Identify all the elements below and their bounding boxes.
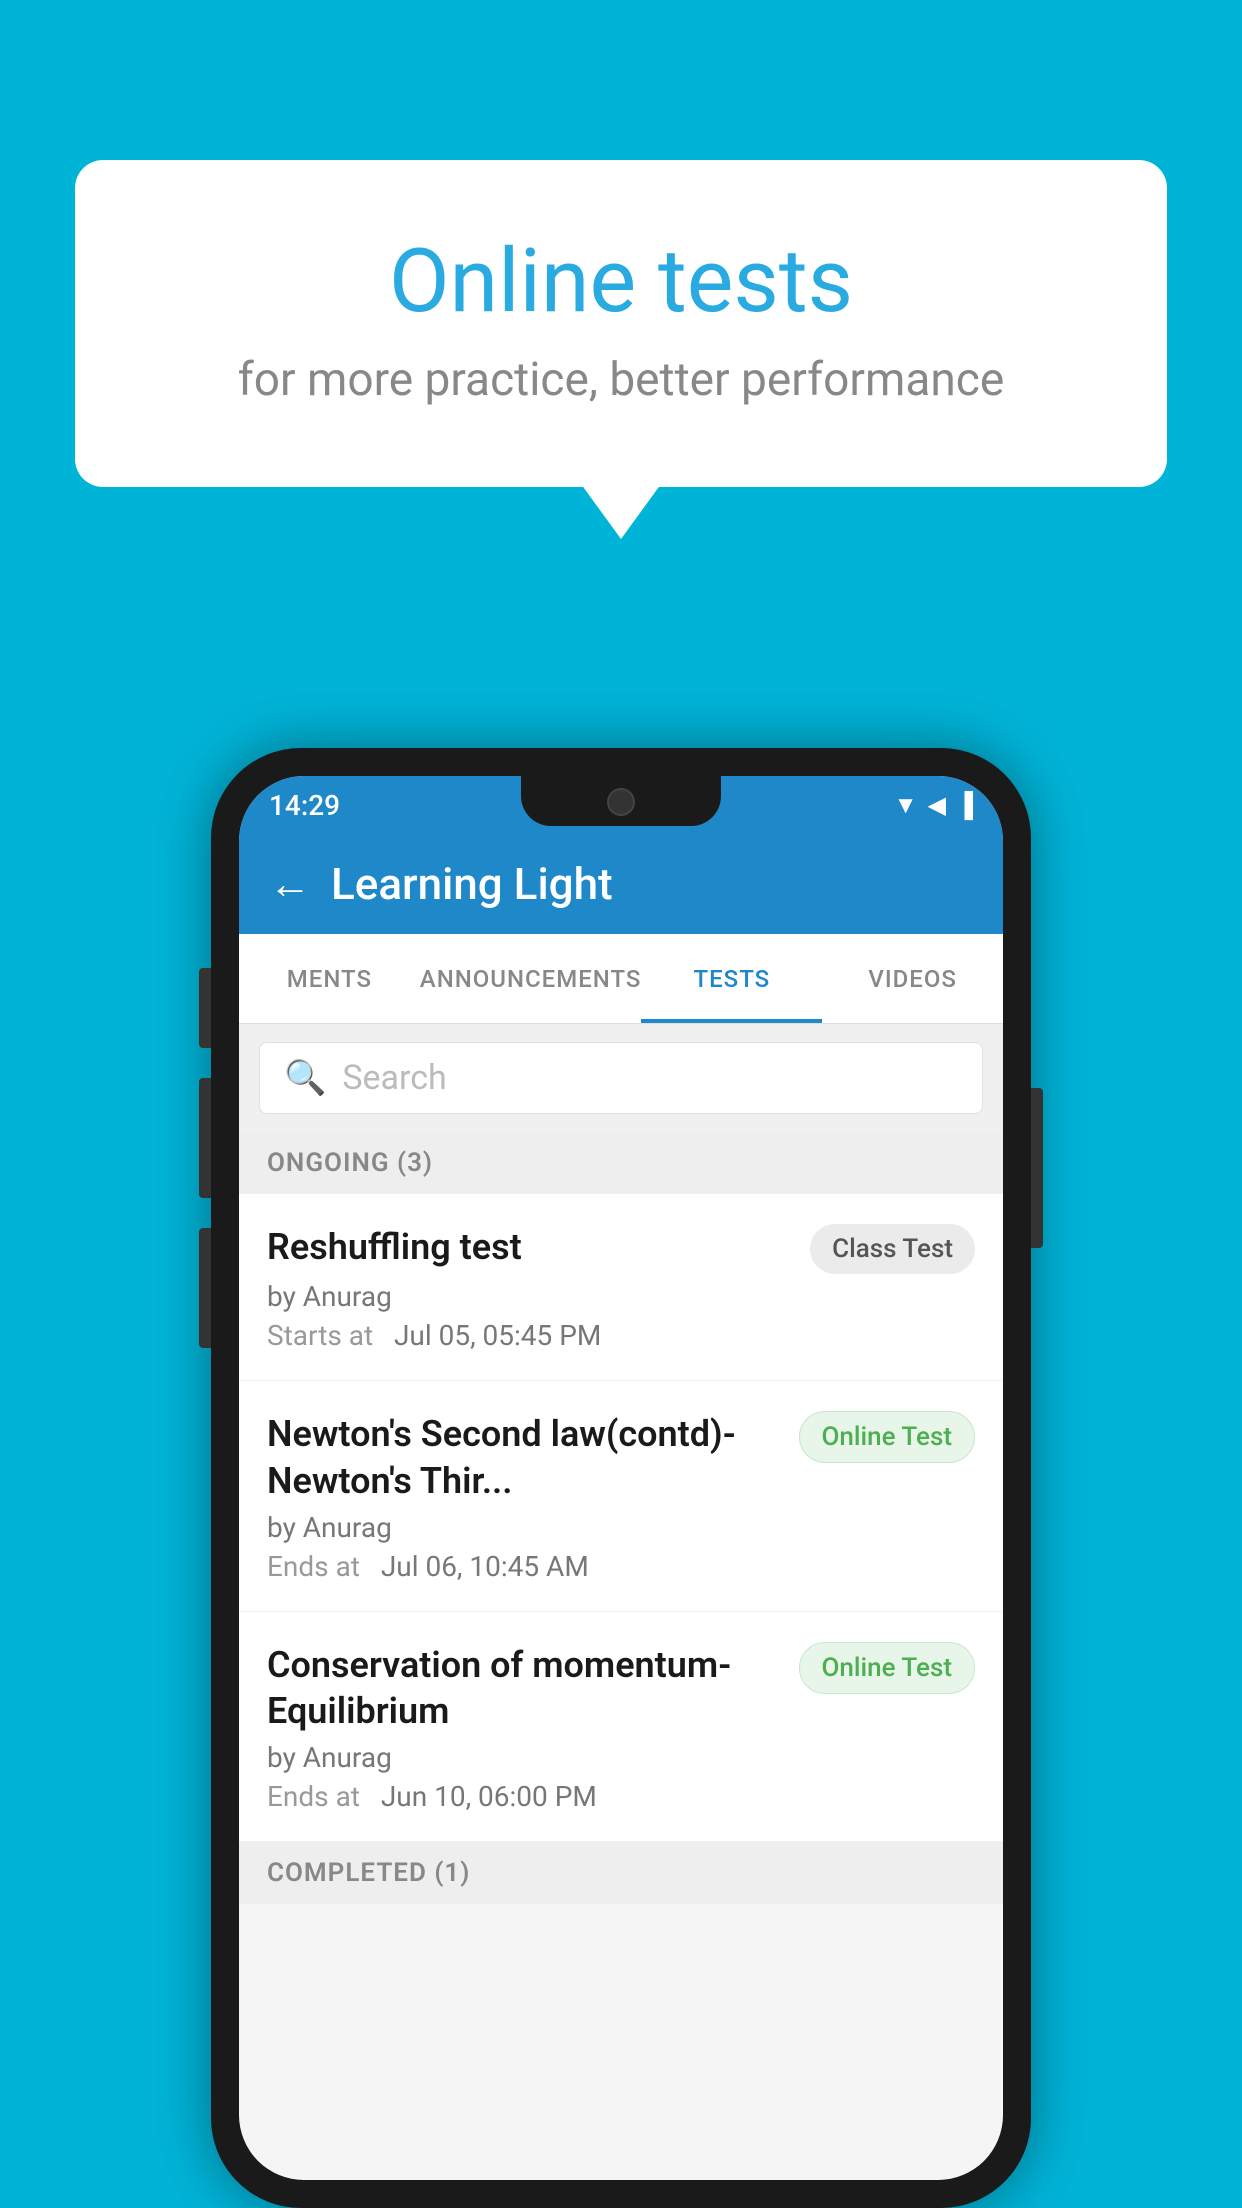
phone-button-power (1031, 1088, 1043, 1248)
time-label-3: Ends at (267, 1780, 360, 1813)
test-item-3-header: Conservation of momentum-Equilibrium Onl… (267, 1642, 975, 1736)
tab-videos-label: VIDEOS (868, 965, 957, 993)
status-icons: ▼ ◀ ▐ (894, 791, 973, 820)
search-container: 🔍 Search (239, 1024, 1003, 1132)
tab-tests-label: TESTS (694, 965, 771, 993)
back-button[interactable]: ← (269, 860, 311, 909)
test-time-2: Ends at Jul 06, 10:45 AM (267, 1550, 975, 1583)
test-name-3: Conservation of momentum-Equilibrium (267, 1642, 779, 1736)
phone-camera (607, 788, 635, 816)
test-item-2[interactable]: Newton's Second law(contd)-Newton's Thir… (239, 1381, 1003, 1612)
test-item-2-header: Newton's Second law(contd)-Newton's Thir… (267, 1411, 975, 1505)
time-label-2: Ends at (267, 1550, 360, 1583)
search-icon: 🔍 (284, 1058, 326, 1098)
tab-videos[interactable]: VIDEOS (822, 934, 1003, 1023)
completed-section-header: COMPLETED (1) (239, 1842, 1003, 1904)
completed-label: COMPLETED (1) (267, 1858, 470, 1888)
test-by-2: by Anurag (267, 1511, 975, 1544)
search-box[interactable]: 🔍 Search (259, 1042, 983, 1114)
time-value-1: Jul 05, 05:45 PM (394, 1319, 601, 1352)
tab-announcements-label: ANNOUNCEMENTS (420, 965, 642, 993)
status-time: 14:29 (269, 789, 340, 822)
phone-screen: 14:29 ▼ ◀ ▐ ← Learning Light MENTS ANNOU… (239, 776, 1003, 2180)
test-time-3: Ends at Jun 10, 06:00 PM (267, 1780, 975, 1813)
time-value-2: Jul 06, 10:45 AM (381, 1550, 589, 1583)
wifi-icon: ▼ (894, 791, 918, 820)
phone-button-volume-up (199, 1078, 211, 1198)
test-name-1: Reshuffling test (267, 1224, 790, 1271)
tab-ments[interactable]: MENTS (239, 934, 420, 1023)
test-badge-3: Online Test (799, 1642, 976, 1694)
test-by-1: by Anurag (267, 1280, 975, 1313)
phone-button-volume-down (199, 1228, 211, 1348)
signal-icon: ◀ (928, 791, 946, 819)
test-item-1-header: Reshuffling test Class Test (267, 1224, 975, 1274)
tabs-bar: MENTS ANNOUNCEMENTS TESTS VIDEOS (239, 934, 1003, 1024)
phone-notch (521, 776, 721, 826)
test-item-1[interactable]: Reshuffling test Class Test by Anurag St… (239, 1194, 1003, 1381)
test-item-3[interactable]: Conservation of momentum-Equilibrium Onl… (239, 1612, 1003, 1843)
time-value-3: Jun 10, 06:00 PM (381, 1780, 597, 1813)
test-list: Reshuffling test Class Test by Anurag St… (239, 1194, 1003, 1842)
tab-ments-label: MENTS (287, 965, 372, 993)
test-badge-1: Class Test (810, 1224, 975, 1274)
app-title: Learning Light (331, 858, 613, 910)
battery-icon: ▐ (956, 791, 973, 820)
bubble-title: Online tests (135, 230, 1107, 333)
phone-frame: 14:29 ▼ ◀ ▐ ← Learning Light MENTS ANNOU… (211, 748, 1031, 2208)
test-time-1: Starts at Jul 05, 05:45 PM (267, 1319, 975, 1352)
test-badge-2: Online Test (799, 1411, 976, 1463)
time-label-1: Starts at (267, 1319, 373, 1352)
phone-button-volume-label (199, 968, 211, 1048)
search-input[interactable]: Search (342, 1058, 446, 1098)
ongoing-section-header: ONGOING (3) (239, 1132, 1003, 1194)
test-name-2: Newton's Second law(contd)-Newton's Thir… (267, 1411, 779, 1505)
bubble-subtitle: for more practice, better performance (135, 353, 1107, 407)
ongoing-label: ONGOING (3) (267, 1148, 433, 1178)
test-by-3: by Anurag (267, 1741, 975, 1774)
speech-bubble-container: Online tests for more practice, better p… (75, 160, 1167, 487)
app-bar: ← Learning Light (239, 834, 1003, 934)
speech-bubble: Online tests for more practice, better p… (75, 160, 1167, 487)
tab-announcements[interactable]: ANNOUNCEMENTS (420, 934, 642, 1023)
phone-outer: 14:29 ▼ ◀ ▐ ← Learning Light MENTS ANNOU… (211, 748, 1031, 2208)
tab-tests[interactable]: TESTS (641, 934, 822, 1023)
